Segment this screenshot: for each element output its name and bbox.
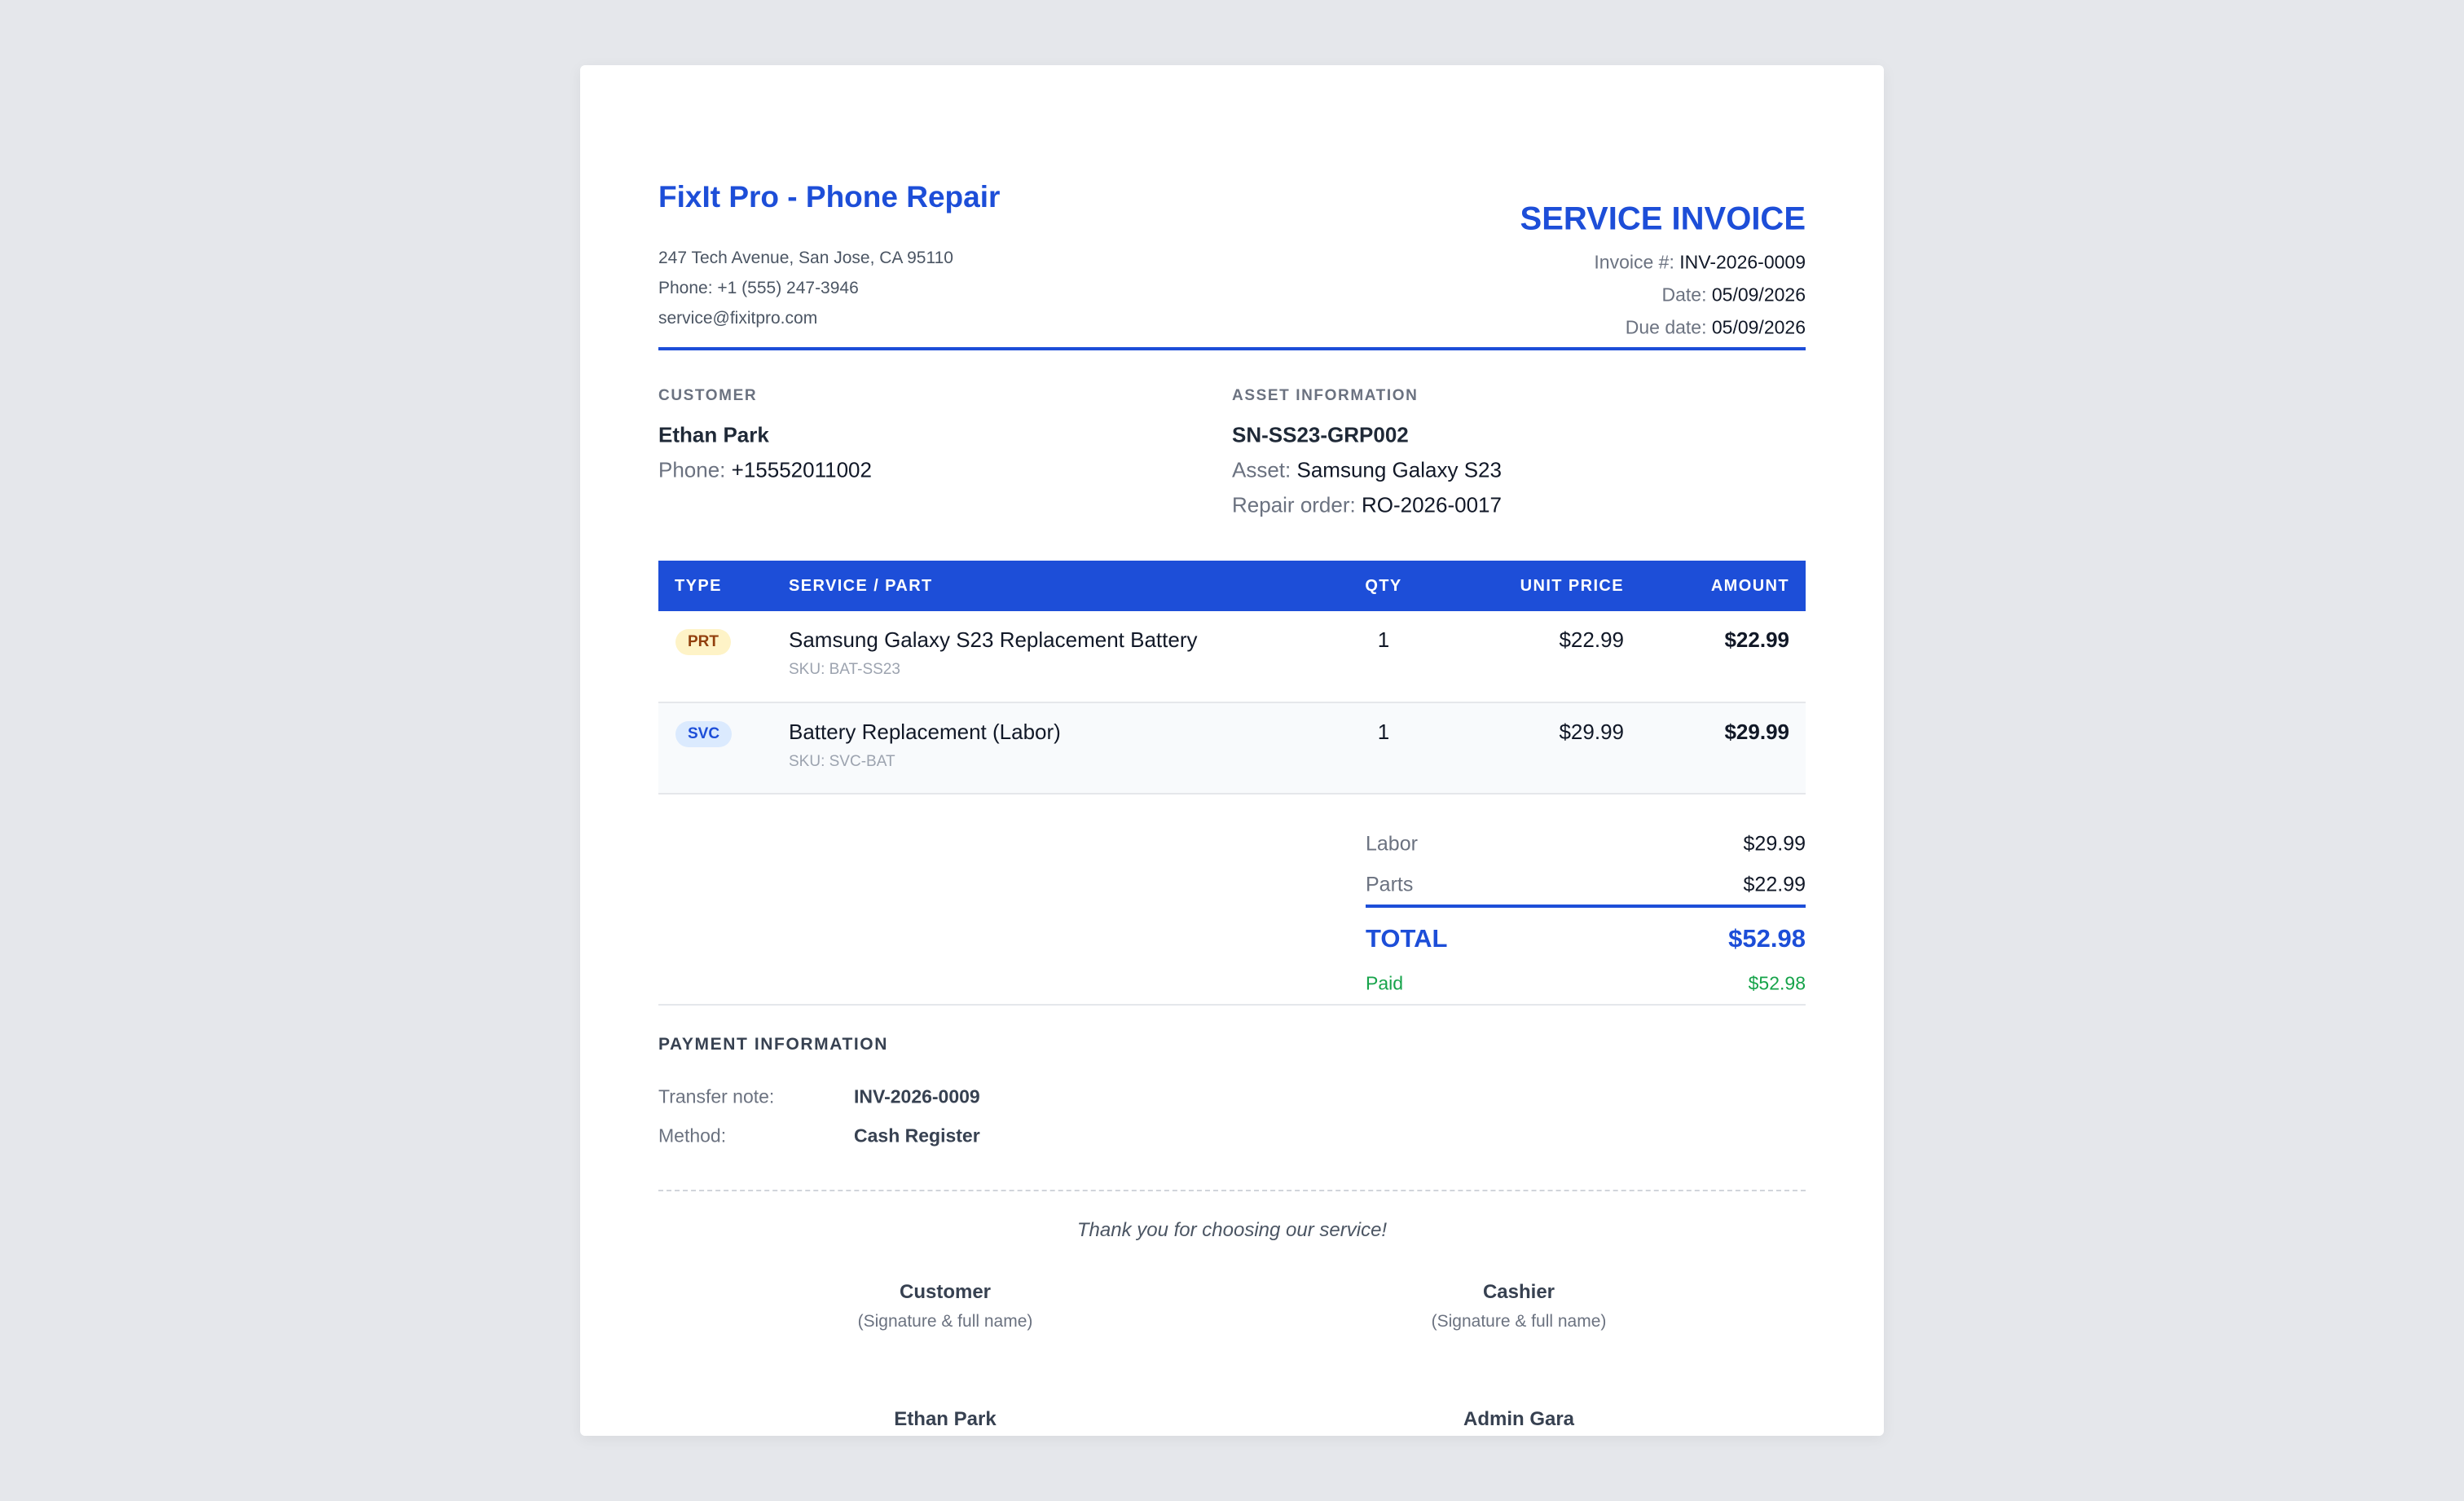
transfer-note-value: INV-2026-0009 (854, 1085, 980, 1107)
col-service-part: SERVICE / PART (789, 561, 1343, 611)
total-label: TOTAL (1366, 924, 1448, 953)
invoice-date-value: 05/09/2026 (1711, 284, 1806, 306)
col-amount: AMOUNT (1624, 561, 1806, 611)
item-name: Battery Replacement (Labor) (789, 720, 1061, 744)
company-name: FixIt Pro - Phone Repair (658, 180, 1001, 213)
repair-order: Repair order: RO-2026-0017 (1232, 493, 1502, 518)
asset-section-label: ASSET INFORMATION (1232, 387, 1419, 404)
invoice-content: FixIt Pro - Phone Repair 247 Tech Avenue… (658, 137, 1806, 1430)
payment-method-value: Cash Register (854, 1125, 980, 1147)
item-qty: 1 (1377, 627, 1390, 652)
cashier-signature-role: Cashier (1482, 1281, 1555, 1303)
customer-phone: Phone: +15552011002 (658, 458, 872, 483)
repair-order-label: Repair order: (1232, 492, 1356, 517)
type-badge: PRT (675, 629, 731, 655)
company-address: 247 Tech Avenue, San Jose, CA 95110 (658, 249, 953, 267)
item-sku: SKU: BAT-SS23 (789, 661, 900, 678)
parts-value: $22.99 (1743, 873, 1806, 896)
item-unit-price: $29.99 (1559, 720, 1624, 744)
invoice-header: FixIt Pro - Phone Repair 247 Tech Avenue… (658, 137, 1806, 350)
company-email: service@fixitpro.com (658, 309, 818, 328)
parts-label: Parts (1366, 873, 1414, 896)
invoice-number: Invoice #: INV-2026-0009 (1594, 252, 1806, 274)
labor-label: Labor (1366, 832, 1418, 856)
col-qty: QTY (1343, 561, 1424, 611)
asset-model-value: Samsung Galaxy S23 (1296, 457, 1502, 482)
invoice-title: SERVICE INVOICE (1520, 200, 1806, 237)
invoice-page: FixIt Pro - Phone Repair 247 Tech Avenue… (580, 65, 1884, 1436)
thank-you-note: Thank you for choosing our service! (1076, 1219, 1388, 1241)
item-qty: 1 (1377, 720, 1390, 744)
labor-value: $29.99 (1743, 832, 1806, 856)
item-amount: $29.99 (1724, 720, 1789, 744)
customer-signature-hint: (Signature & full name) (857, 1312, 1033, 1331)
cashier-signature-hint: (Signature & full name) (1431, 1312, 1607, 1331)
invoice-due-date: Due date: 05/09/2026 (1626, 317, 1806, 339)
invoice-due-value: 05/09/2026 (1711, 316, 1806, 338)
type-badge: SVC (675, 721, 733, 747)
paid-value: $52.98 (1748, 972, 1806, 994)
customer-name: Ethan Park (658, 422, 769, 447)
table-row: SVC Battery Replacement (Labor) SKU: SVC… (658, 702, 1806, 795)
invoice-date-label: Date: (1661, 284, 1707, 306)
invoice-due-label: Due date: (1625, 316, 1707, 338)
item-sku: SKU: SVC-BAT (789, 753, 895, 770)
repair-order-value: RO-2026-0017 (1361, 492, 1502, 517)
cashier-signature-name: Admin Gara (1463, 1408, 1575, 1430)
customer-signature-role: Customer (899, 1281, 992, 1303)
transfer-note-label: Transfer note: (658, 1085, 775, 1107)
invoice-date: Date: 05/09/2026 (1662, 284, 1806, 306)
customer-phone-value: +15552011002 (731, 457, 872, 482)
payment-section-title: PAYMENT INFORMATION (658, 1035, 889, 1054)
paid-label: Paid (1366, 972, 1404, 994)
customer-section-label: CUSTOMER (658, 387, 758, 404)
asset-model: Asset: Samsung Galaxy S23 (1232, 458, 1502, 483)
totals-divider (1366, 905, 1806, 908)
company-phone: Phone: +1 (555) 247-3946 (658, 279, 859, 297)
invoice-number-label: Invoice #: (1594, 251, 1674, 273)
item-unit-price: $22.99 (1559, 627, 1624, 652)
item-amount: $22.99 (1724, 627, 1789, 652)
table-row: PRT Samsung Galaxy S23 Replacement Batte… (658, 611, 1806, 703)
asset-model-label: Asset: (1232, 457, 1291, 482)
total-value: $52.98 (1728, 924, 1806, 953)
item-name: Samsung Galaxy S23 Replacement Battery (789, 627, 1198, 652)
items-table: TYPE SERVICE / PART QTY UNIT PRICE AMOUN… (658, 561, 1806, 795)
payment-method-label: Method: (658, 1125, 727, 1147)
customer-phone-label: Phone: (658, 457, 726, 482)
customer-signature-name: Ethan Park (894, 1408, 997, 1430)
items-table-header: TYPE SERVICE / PART QTY UNIT PRICE AMOUN… (658, 561, 1806, 611)
invoice-number-value: INV-2026-0009 (1679, 251, 1806, 273)
col-unit-price: UNIT PRICE (1424, 561, 1624, 611)
footer-divider (658, 1190, 1806, 1191)
totals-bottom-divider (658, 1004, 1806, 1006)
asset-serial: SN-SS23-GRP002 (1232, 422, 1409, 447)
col-type: TYPE (658, 561, 789, 611)
